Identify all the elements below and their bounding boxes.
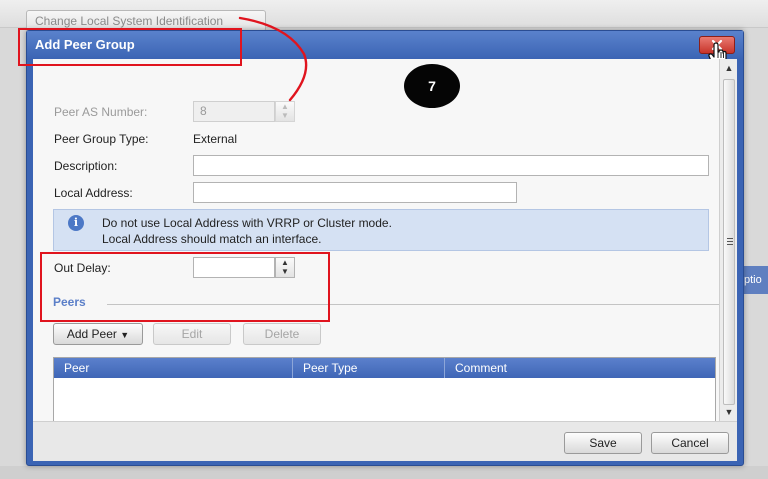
dialog-content: Peer AS Number: 8 ▲ ▼ Peer Group Type: Ex… — [33, 59, 719, 421]
scroll-grip-icon — [727, 238, 733, 245]
info-line-2: Local Address should match an interface. — [102, 232, 322, 246]
background-bottom-bar — [0, 466, 768, 479]
peer-group-type-label: Peer Group Type: — [54, 132, 149, 146]
save-button[interactable]: Save — [564, 432, 642, 454]
edit-button[interactable]: Edit — [153, 323, 231, 345]
column-header-comment[interactable]: Comment — [445, 358, 715, 378]
title-highlight-box — [18, 28, 242, 66]
peers-table: Peer Peer Type Comment — [53, 357, 716, 421]
background-options-tab[interactable]: ptio — [742, 266, 768, 294]
peer-group-type-value: External — [193, 132, 238, 146]
peers-highlight-box — [40, 252, 330, 322]
add-peer-button[interactable]: Add Peer ▼ — [53, 323, 143, 345]
scroll-up-icon[interactable]: ▲ — [724, 63, 734, 73]
vertical-scrollbar[interactable]: ▲ ▼ — [719, 59, 737, 421]
step-number-badge: 7 — [404, 64, 460, 108]
chevron-down-icon: ▼ — [120, 330, 130, 340]
scroll-down-icon[interactable]: ▼ — [724, 407, 734, 417]
peer-as-number-field: 8 — [193, 101, 275, 122]
column-header-peer-type[interactable]: Peer Type — [293, 358, 445, 378]
delete-button[interactable]: Delete — [243, 323, 321, 345]
info-line-1: Do not use Local Address with VRRP or Cl… — [102, 216, 392, 230]
annotation-arrow — [238, 16, 308, 102]
peer-as-number-label: Peer AS Number: — [54, 105, 148, 119]
scrollbar-thumb[interactable] — [723, 79, 735, 405]
info-message-box: i Do not use Local Address with VRRP or … — [53, 209, 709, 251]
peers-table-header: Peer Peer Type Comment — [54, 358, 715, 378]
peer-as-number-stepper: ▲ ▼ — [275, 101, 295, 122]
add-peer-group-dialog: Add Peer Group Peer AS Number: 8 ▲ ▼ Peer… — [26, 30, 744, 466]
info-icon: i — [68, 215, 84, 231]
add-peer-label: Add Peer — [66, 327, 117, 341]
column-header-peer[interactable]: Peer — [54, 358, 293, 378]
local-address-field[interactable] — [193, 182, 517, 203]
local-address-label: Local Address: — [54, 186, 133, 200]
description-label: Description: — [54, 159, 118, 173]
description-field[interactable] — [193, 155, 709, 176]
dialog-footer: Save Cancel — [33, 421, 737, 461]
cancel-button[interactable]: Cancel — [651, 432, 729, 454]
